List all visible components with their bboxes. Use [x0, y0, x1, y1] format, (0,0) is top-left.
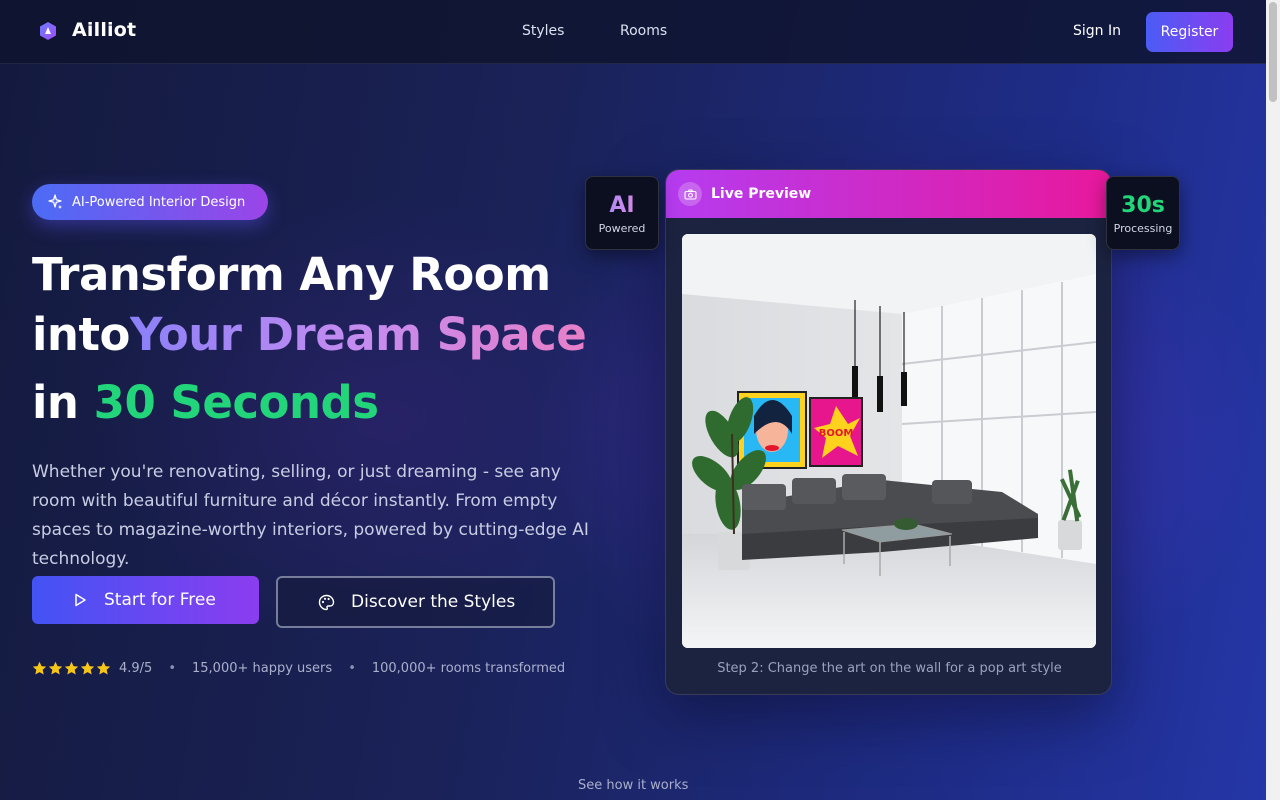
- live-preview-title: Live Preview: [711, 186, 812, 202]
- headline-line-1: Transform Any Room: [32, 248, 551, 301]
- social-proof-stats: 4.9/5 • 15,000+ happy users • 100,000+ r…: [32, 661, 565, 676]
- star-icon: [32, 661, 47, 675]
- star-icon: [96, 661, 111, 675]
- live-preview-header: Live Preview: [666, 170, 1111, 218]
- logo-icon[interactable]: [38, 21, 58, 41]
- room-preview-image: BOOM: [682, 234, 1096, 648]
- palette-icon: [318, 594, 335, 610]
- star-icon: [48, 661, 63, 675]
- discover-styles-button[interactable]: Discover the Styles: [276, 576, 555, 628]
- processing-time-badge: 30s Processing: [1106, 176, 1180, 250]
- rooms-transformed-count: 100,000+ rooms transformed: [371, 661, 566, 676]
- processing-time-label: Processing: [1113, 222, 1173, 235]
- camera-icon: [678, 182, 702, 206]
- happy-users-count: 15,000+ happy users: [192, 661, 333, 676]
- sign-in-link[interactable]: Sign In: [1073, 23, 1121, 39]
- top-navigation: Ailliot Styles Rooms Sign In Register: [0, 0, 1266, 64]
- start-for-free-label: Start for Free: [104, 590, 216, 610]
- preview-caption: Step 2: Change the art on the wall for a…: [717, 661, 1062, 676]
- svg-text:BOOM: BOOM: [819, 428, 854, 439]
- headline-line-2-prefix: into: [32, 308, 130, 361]
- nav-link-rooms[interactable]: Rooms: [620, 23, 667, 39]
- ai-powered-badge-value: AI: [586, 193, 658, 218]
- ai-powered-badge-label: Powered: [598, 222, 646, 235]
- headline-highlight-dream-space: Your Dream Space: [129, 308, 587, 361]
- separator-dot: •: [168, 661, 176, 676]
- star-icon: [80, 661, 95, 675]
- rating-value: 4.9/5: [119, 661, 153, 676]
- see-how-it-works-link[interactable]: See how it works: [578, 778, 688, 793]
- hero-badge-label: AI-Powered Interior Design: [72, 194, 246, 210]
- scrollbar-track[interactable]: [1266, 0, 1280, 800]
- headline-highlight-30-seconds: 30 Seconds: [93, 376, 379, 429]
- star-icon: [64, 661, 79, 675]
- processing-time-value: 30s: [1121, 193, 1165, 218]
- nav-link-styles[interactable]: Styles: [522, 23, 564, 39]
- hero-description: Whether you're renovating, selling, or j…: [32, 462, 589, 569]
- ai-powered-badge: AI Powered: [585, 176, 659, 250]
- play-icon: [75, 593, 86, 607]
- headline-line-2: intoYour Dream Space: [32, 308, 587, 361]
- discover-styles-label: Discover the Styles: [351, 592, 516, 612]
- headline-line-3: in 30 Seconds: [32, 376, 379, 429]
- headline-line-3-prefix: in: [32, 376, 79, 429]
- scrollbar-thumb[interactable]: [1269, 2, 1277, 102]
- rating-stars: [32, 661, 111, 676]
- separator-dot: •: [348, 661, 356, 676]
- live-preview-card: Live Preview BOOM Step 2: Change the art…: [665, 169, 1112, 695]
- start-for-free-button[interactable]: Start for Free: [32, 576, 259, 624]
- register-button[interactable]: Register: [1146, 12, 1233, 52]
- sparkles-icon: [48, 194, 62, 209]
- brand-name[interactable]: Ailliot: [72, 19, 136, 41]
- hero-badge: AI-Powered Interior Design: [32, 184, 268, 220]
